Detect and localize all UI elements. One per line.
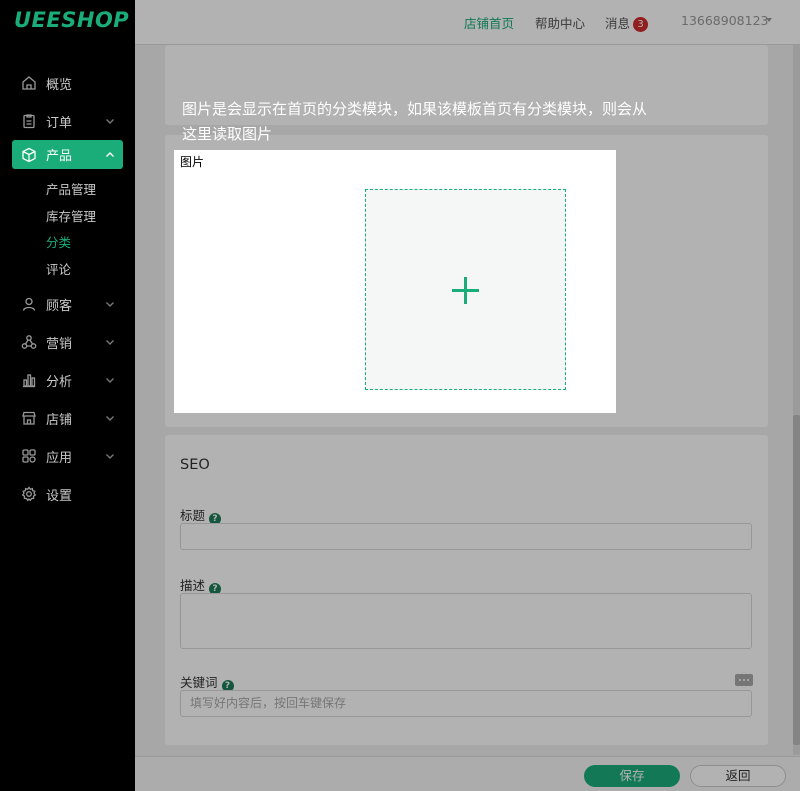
chevron-down-icon: [105, 298, 115, 308]
clipboard-icon: [20, 112, 38, 130]
user-icon: [20, 295, 38, 313]
sidebar-item-overview[interactable]: 概览: [0, 64, 135, 102]
subnav-item-product-management[interactable]: 产品管理: [46, 177, 135, 204]
sidebar-item-label: 顾客: [46, 298, 73, 314]
subnav-item-reviews[interactable]: 评论: [46, 257, 135, 284]
sidebar-nav: 概览 订单 产品 产品管理 库存管理 分类 评论 顾客 营销 分析 店铺 应用 …: [0, 64, 135, 513]
sidebar-item-marketing[interactable]: 营销: [0, 323, 135, 361]
chevron-down-icon: [105, 450, 115, 460]
sidebar-item-apps[interactable]: 应用: [0, 437, 135, 475]
chevron-up-icon: [105, 149, 115, 159]
gear-icon: [20, 485, 38, 503]
sidebar-item-label: 分析: [46, 374, 73, 390]
box-icon: [20, 146, 38, 164]
sidebar-item-label: 设置: [46, 488, 73, 504]
sidebar-item-label: 营销: [46, 336, 73, 352]
sidebar-item-label: 店铺: [46, 412, 73, 428]
sidebar-item-label: 应用: [46, 450, 73, 466]
chevron-down-icon: [105, 374, 115, 384]
image-upload-box[interactable]: [365, 189, 566, 390]
products-subnav: 产品管理 库存管理 分类 评论: [0, 169, 135, 285]
image-preview-popup: 图片: [174, 150, 616, 413]
sidebar-item-store[interactable]: 店铺: [0, 399, 135, 437]
sidebar-item-customers[interactable]: 顾客: [0, 285, 135, 323]
plus-icon-vertical: [464, 277, 467, 304]
apps-icon: [20, 447, 38, 465]
home-icon: [20, 74, 38, 92]
sidebar-item-label: 概览: [46, 77, 73, 93]
subnav-item-categories[interactable]: 分类: [46, 230, 135, 257]
chevron-down-icon: [105, 412, 115, 422]
sidebar: UEESHOP 概览 订单 产品 产品管理 库存管理 分类 评论 顾客 营销 分…: [0, 0, 135, 791]
store-icon: [20, 409, 38, 427]
chevron-down-icon: [105, 336, 115, 346]
tooltip-text: 图片是会显示在首页的分类模块，如果该模板首页有分类模块，则会从这里读取图片: [182, 100, 648, 143]
bar-chart-icon: [20, 371, 38, 389]
chevron-down-icon: [105, 115, 115, 125]
sidebar-item-analytics[interactable]: 分析: [0, 361, 135, 399]
marketing-icon: [20, 333, 38, 351]
sidebar-item-settings[interactable]: 设置: [0, 475, 135, 513]
sidebar-item-products[interactable]: 产品: [12, 140, 123, 169]
logo[interactable]: UEESHOP: [14, 8, 129, 32]
sidebar-item-label: 订单: [46, 115, 73, 131]
sidebar-item-orders[interactable]: 订单: [0, 102, 135, 140]
image-label: 图片: [180, 155, 205, 169]
sidebar-item-label: 产品: [46, 149, 73, 164]
subnav-item-inventory[interactable]: 库存管理: [46, 204, 135, 231]
